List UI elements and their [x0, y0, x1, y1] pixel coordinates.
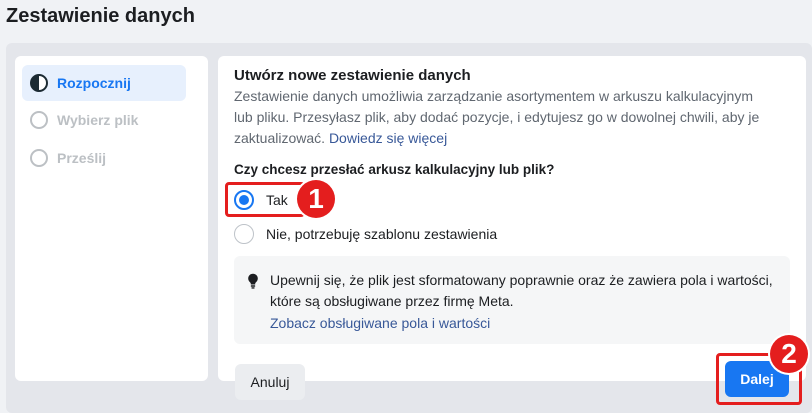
- step-label: Wybierz plik: [57, 112, 139, 128]
- main-panel: Utwórz nowe zestawienie danych Zestawien…: [218, 56, 806, 400]
- half-circle-icon: [30, 74, 48, 92]
- step-label: Prześlij: [57, 150, 107, 166]
- radio-no[interactable]: [234, 224, 254, 244]
- highlight-yes-option: [225, 182, 305, 217]
- annotation-badge-2: 2: [770, 335, 808, 373]
- radio-label: Nie, potrzebuję szablonu zestawienia: [266, 226, 498, 242]
- supported-fields-link[interactable]: Zobacz obsługiwane pola i wartości: [270, 315, 490, 331]
- section-title: Utwórz nowe zestawienie danych: [234, 67, 471, 84]
- step-choose-file[interactable]: Wybierz plik: [22, 102, 186, 138]
- empty-circle-icon: [30, 111, 48, 129]
- lightbulb-icon: [248, 273, 258, 289]
- upload-question: Czy chcesz przesłać arkusz kalkulacyjny …: [234, 162, 555, 177]
- description-text: Zestawienie danych umożliwia zarządzanie…: [234, 88, 760, 146]
- option-no[interactable]: Nie, potrzebuję szablonu zestawienia: [234, 224, 497, 244]
- info-box: Upewnij się, że plik jest sformatowany p…: [234, 256, 790, 344]
- info-text: Upewnij się, że plik jest sformatowany p…: [270, 272, 773, 309]
- section-description: Zestawienie danych umożliwia zarządzanie…: [234, 86, 774, 149]
- steps-sidebar: Rozpocznij Wybierz plik Prześlij: [15, 56, 208, 381]
- step-label: Rozpocznij: [57, 75, 131, 91]
- cancel-button[interactable]: Anuluj: [235, 364, 305, 400]
- page-title: Zestawienie danych: [6, 5, 195, 27]
- empty-circle-icon: [30, 149, 48, 167]
- annotation-badge-1: 1: [297, 180, 335, 218]
- step-start[interactable]: Rozpocznij: [22, 65, 186, 101]
- step-upload[interactable]: Prześlij: [22, 140, 186, 176]
- learn-more-link[interactable]: Dowiedz się więcej: [329, 130, 447, 146]
